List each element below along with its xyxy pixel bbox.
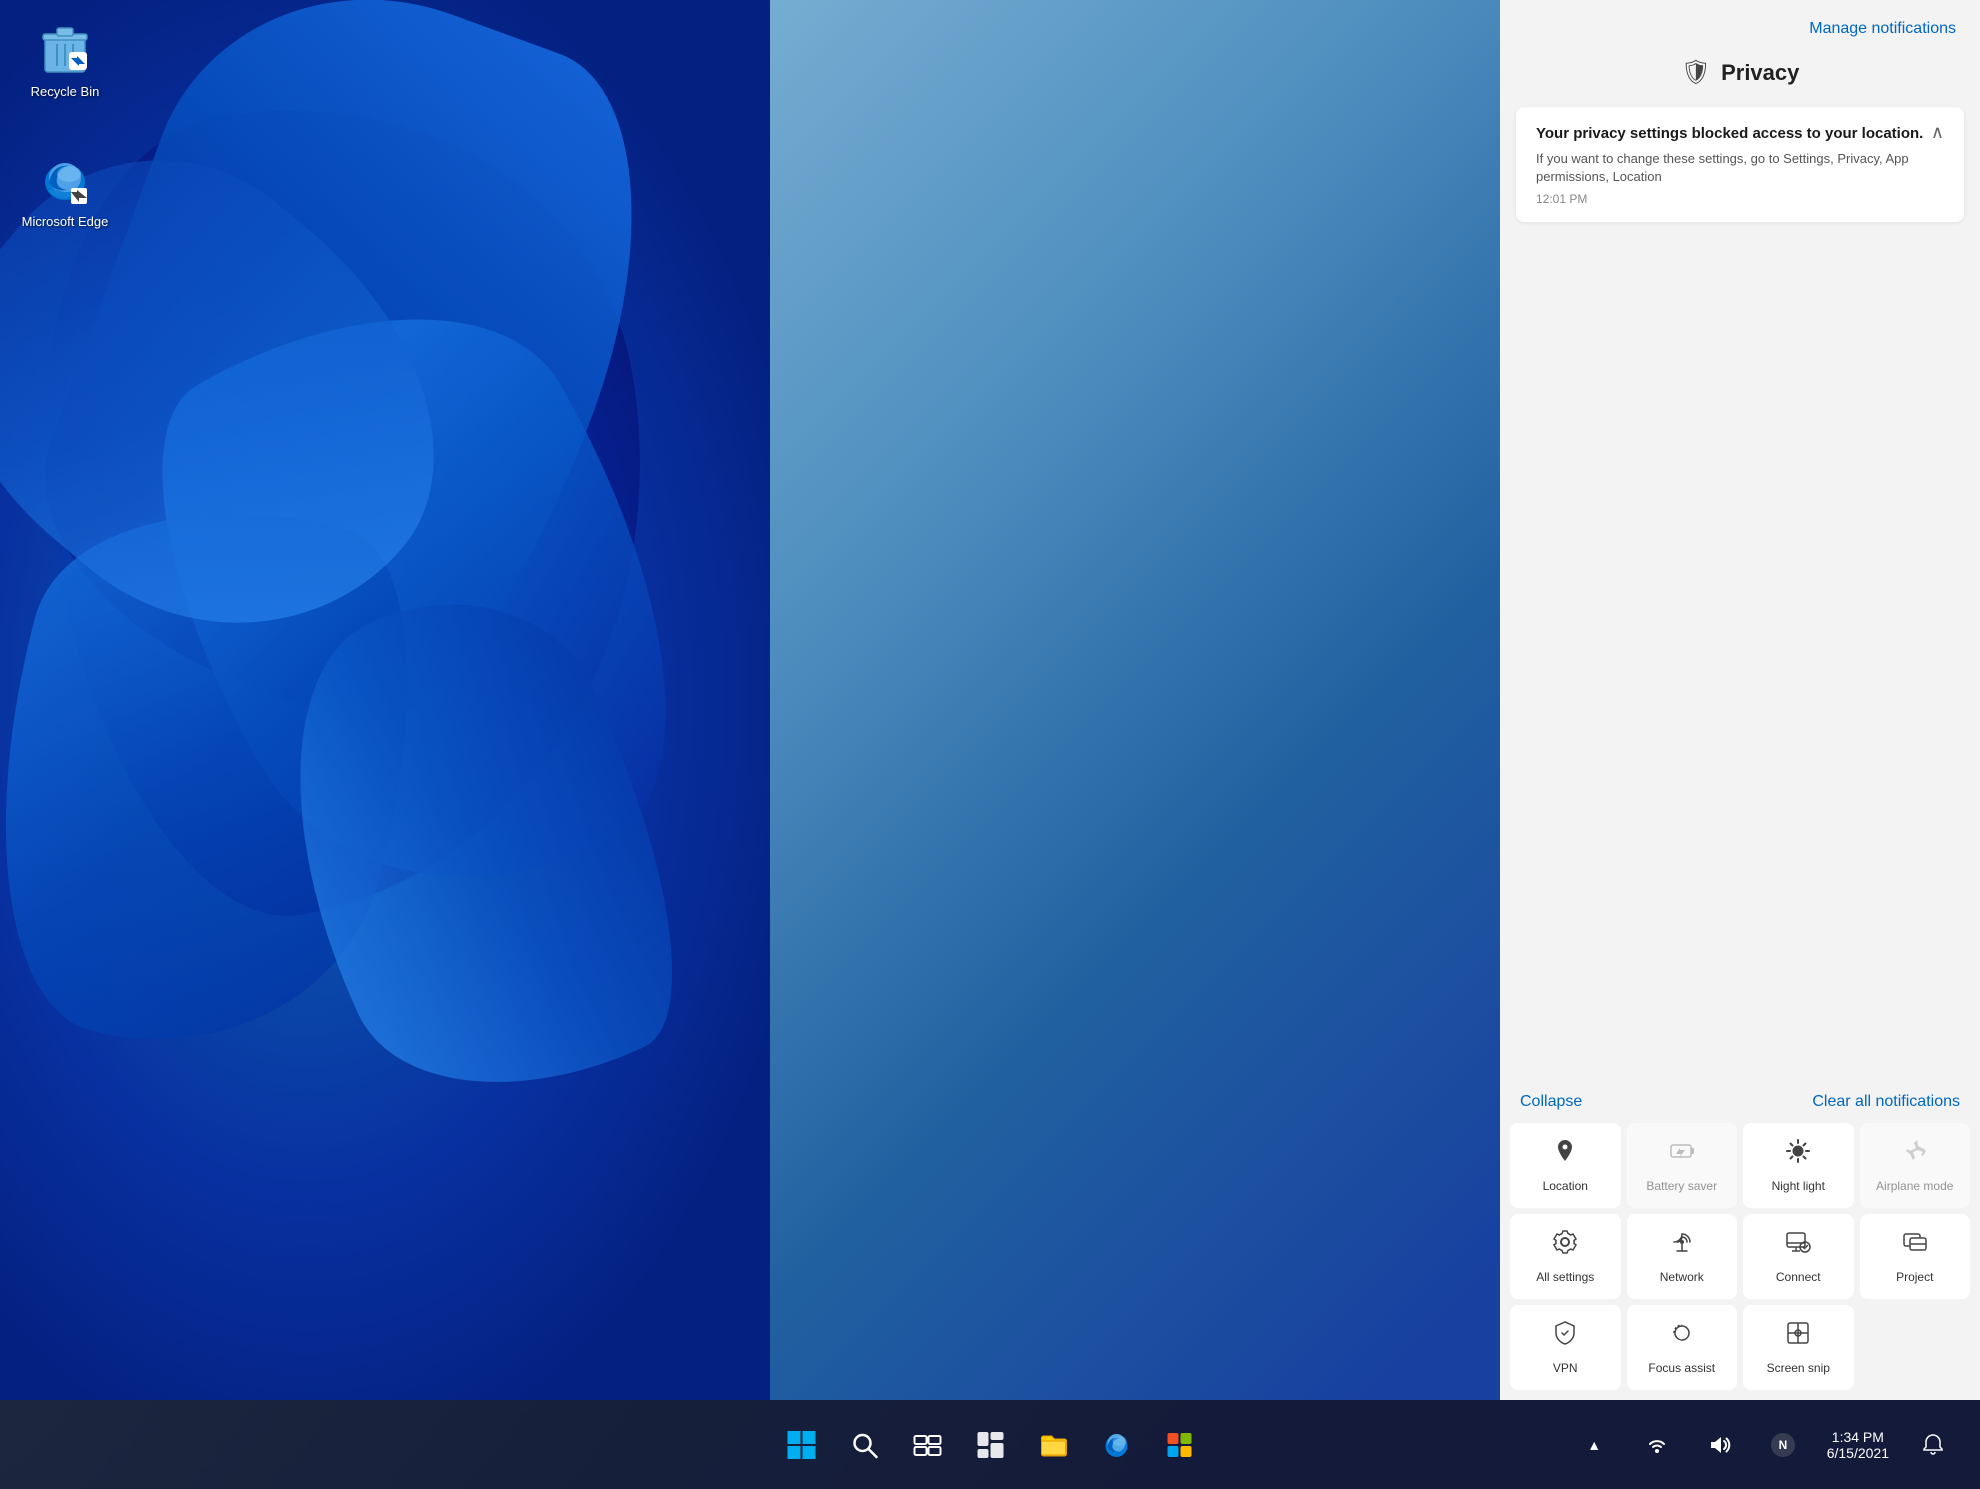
notification-bell-button[interactable]: [1905, 1417, 1960, 1472]
panel-spacer: [1500, 232, 1980, 1077]
project-label: Project: [1896, 1270, 1933, 1284]
file-explorer-button[interactable]: [1026, 1417, 1081, 1472]
notification-title: Your privacy settings blocked access to …: [1536, 123, 1927, 144]
quick-tile-screen-snip[interactable]: Screen snip: [1743, 1305, 1854, 1390]
network-tray-icon[interactable]: [1630, 1417, 1685, 1472]
quick-actions-section: Collapse Clear all notifications Locatio…: [1500, 1077, 1980, 1400]
taskbar-right: ▲ N 1:34 PM: [1567, 1417, 1960, 1472]
clear-all-button[interactable]: Clear all notifications: [1812, 1093, 1960, 1111]
quick-tile-vpn[interactable]: VPN: [1510, 1305, 1621, 1390]
quick-tile-project[interactable]: Project: [1860, 1214, 1971, 1299]
manage-notifications-button[interactable]: Manage notifications: [1809, 20, 1956, 38]
project-icon: [1902, 1229, 1928, 1262]
night-light-icon: [1785, 1138, 1811, 1171]
notification-body: If you want to change these settings, go…: [1536, 150, 1927, 186]
screen-snip-label: Screen snip: [1767, 1361, 1830, 1375]
all-settings-label: All settings: [1536, 1270, 1594, 1284]
notification-card: Your privacy settings blocked access to …: [1516, 107, 1964, 222]
vpn-label: VPN: [1553, 1361, 1578, 1375]
widgets-button[interactable]: [963, 1417, 1018, 1472]
quick-tile-battery-saver[interactable]: Battery saver: [1627, 1123, 1738, 1208]
edge-image: [35, 150, 95, 210]
clock-time: 1:34 PM: [1832, 1429, 1884, 1445]
wallpaper: [0, 0, 770, 1400]
collapse-row: Collapse Clear all notifications: [1500, 1077, 1980, 1123]
search-button[interactable]: [837, 1417, 892, 1472]
start-button[interactable]: [774, 1417, 829, 1472]
location-icon: [1552, 1138, 1578, 1171]
svg-text:N: N: [1779, 1438, 1788, 1452]
hidden-icons-button[interactable]: ▲: [1567, 1417, 1622, 1472]
connect-icon: [1785, 1229, 1811, 1262]
panel-header: Manage notifications: [1500, 0, 1980, 48]
quick-tile-location[interactable]: Location: [1510, 1123, 1621, 1208]
quick-tiles-grid: Location Battery saver: [1500, 1123, 1980, 1400]
notification-close-button[interactable]: ∧: [1927, 123, 1948, 141]
notification-panel: Manage notifications 🛡 Privacy Your priv…: [1500, 0, 1980, 1400]
notification-time: 12:01 PM: [1536, 192, 1927, 206]
night-light-label: Night light: [1772, 1179, 1825, 1193]
microsoft-edge-icon[interactable]: Microsoft Edge: [20, 150, 110, 230]
collapse-button[interactable]: Collapse: [1520, 1093, 1582, 1111]
airplane-mode-label: Airplane mode: [1876, 1179, 1953, 1193]
sound-tray-icon[interactable]: [1693, 1417, 1748, 1472]
store-taskbar-button[interactable]: [1152, 1417, 1207, 1472]
privacy-title: Privacy: [1721, 60, 1799, 86]
edge-taskbar-button[interactable]: [1089, 1417, 1144, 1472]
privacy-section-header: 🛡 Privacy: [1500, 48, 1980, 107]
taskbar-center: [774, 1417, 1207, 1472]
quick-tile-empty: [1860, 1305, 1971, 1390]
recycle-bin-image: [35, 20, 95, 80]
privacy-icon: 🛡: [1681, 58, 1711, 87]
screen-snip-icon: [1785, 1320, 1811, 1353]
focus-assist-label: Focus assist: [1648, 1361, 1715, 1375]
notification-tray-icon[interactable]: N: [1756, 1417, 1811, 1472]
network-label: Network: [1660, 1270, 1704, 1284]
quick-tile-airplane-mode[interactable]: Airplane mode: [1860, 1123, 1971, 1208]
clock-date: 6/15/2021: [1827, 1445, 1889, 1461]
battery-saver-icon: [1669, 1138, 1695, 1171]
vpn-icon: [1552, 1320, 1578, 1353]
quick-tile-network[interactable]: Network: [1627, 1214, 1738, 1299]
quick-tile-night-light[interactable]: Night light: [1743, 1123, 1854, 1208]
quick-tile-connect[interactable]: Connect: [1743, 1214, 1854, 1299]
quick-tile-all-settings[interactable]: All settings: [1510, 1214, 1621, 1299]
quick-tile-focus-assist[interactable]: Focus assist: [1627, 1305, 1738, 1390]
task-view-button[interactable]: [900, 1417, 955, 1472]
edge-label: Microsoft Edge: [22, 214, 109, 230]
all-settings-icon: [1552, 1229, 1578, 1262]
location-label: Location: [1543, 1179, 1588, 1193]
focus-assist-icon: [1669, 1320, 1695, 1353]
taskbar: ▲ N 1:34 PM: [0, 1400, 1980, 1489]
system-clock[interactable]: 1:34 PM 6/15/2021: [1819, 1425, 1897, 1465]
airplane-mode-icon: [1902, 1138, 1928, 1171]
recycle-bin-icon[interactable]: Recycle Bin: [20, 20, 110, 100]
battery-saver-label: Battery saver: [1646, 1179, 1717, 1193]
notification-content: Your privacy settings blocked access to …: [1536, 123, 1927, 206]
network-icon: [1669, 1229, 1695, 1262]
recycle-bin-label: Recycle Bin: [31, 84, 100, 100]
connect-label: Connect: [1776, 1270, 1821, 1284]
